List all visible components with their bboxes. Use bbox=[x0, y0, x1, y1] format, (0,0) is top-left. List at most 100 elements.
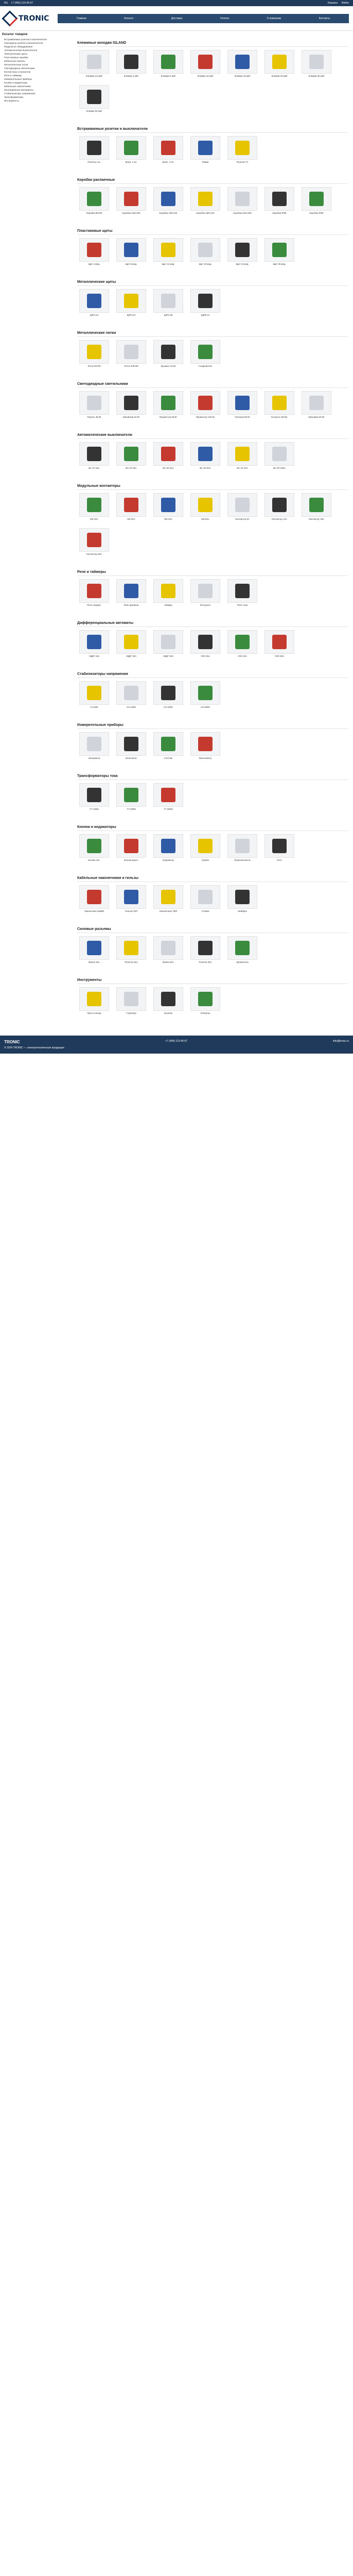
product-card[interactable]: КМ 40A bbox=[151, 493, 185, 523]
product-image[interactable] bbox=[79, 136, 109, 160]
product-image[interactable] bbox=[153, 442, 183, 466]
product-name[interactable]: АВДТ 25А bbox=[114, 655, 148, 660]
product-card[interactable]: ЩРН-36 bbox=[151, 289, 185, 319]
product-card[interactable]: ВА 1P 16A bbox=[77, 442, 111, 472]
product-name[interactable]: СН-5000 bbox=[188, 706, 222, 711]
product-image[interactable] bbox=[116, 681, 146, 705]
product-name[interactable]: Контактор 12A bbox=[262, 518, 296, 523]
product-name[interactable]: Реле напряж. bbox=[77, 604, 111, 609]
product-name[interactable]: КМ 40A bbox=[151, 518, 185, 523]
product-image[interactable] bbox=[190, 732, 220, 756]
product-card[interactable]: Клемма 50 мм² bbox=[77, 85, 111, 115]
product-image[interactable] bbox=[227, 442, 257, 466]
product-card[interactable]: КМ 63A bbox=[188, 493, 222, 523]
product-image[interactable] bbox=[264, 630, 294, 654]
product-card[interactable]: Коробка 150×110 bbox=[151, 187, 185, 217]
product-name[interactable]: Прожектор 50 Вт bbox=[151, 416, 185, 421]
product-name[interactable]: Наконечник НШВИ bbox=[77, 910, 111, 915]
product-name[interactable]: СН-1000 bbox=[114, 706, 148, 711]
product-image[interactable] bbox=[227, 391, 257, 415]
product-name[interactable]: КМ 63A bbox=[188, 518, 222, 523]
product-card[interactable]: ТТ 300/5 bbox=[151, 783, 185, 813]
product-card[interactable]: Контактор 9A bbox=[225, 493, 259, 523]
product-name[interactable]: ЩРН-36 bbox=[151, 314, 185, 319]
product-card[interactable]: Клемма 35 мм² bbox=[299, 50, 333, 80]
product-image[interactable] bbox=[79, 187, 109, 211]
product-card[interactable]: Клемма 4 мм² bbox=[114, 50, 148, 80]
product-card[interactable]: Вольтметр bbox=[114, 732, 148, 762]
product-card[interactable]: ЩРН-12 bbox=[77, 289, 111, 319]
product-card[interactable]: СН-500 bbox=[77, 681, 111, 711]
product-image[interactable] bbox=[116, 987, 146, 1011]
product-image[interactable] bbox=[153, 630, 183, 654]
product-name[interactable]: Щит 36 мод. bbox=[262, 263, 296, 268]
product-name[interactable]: Кембрик bbox=[225, 910, 259, 915]
nav-item[interactable]: Каталог bbox=[124, 17, 133, 20]
product-card[interactable]: Кембрик bbox=[225, 885, 259, 915]
footer-email[interactable]: info@tronic.ru bbox=[333, 1040, 349, 1044]
phone-number[interactable]: +7 (495) 123-45-67 bbox=[11, 2, 33, 5]
product-image[interactable] bbox=[116, 493, 146, 517]
product-name[interactable]: ВА 3P 100A bbox=[262, 467, 296, 472]
product-name[interactable]: Наконечник ТМЛ bbox=[151, 910, 185, 915]
login-link[interactable]: Войти bbox=[342, 2, 349, 5]
product-name[interactable]: Лоток 50×50 bbox=[77, 365, 111, 370]
product-card[interactable]: ВА 4P 63A bbox=[188, 442, 222, 472]
product-name[interactable]: Прожектор 100 Вт bbox=[188, 416, 222, 421]
product-card[interactable]: Линейный 18 Вт bbox=[114, 391, 148, 421]
product-name[interactable]: ЩРН-12 bbox=[77, 314, 111, 319]
product-card[interactable]: Коробка 100×100 bbox=[114, 187, 148, 217]
product-card[interactable]: Таймер bbox=[151, 579, 185, 609]
product-card[interactable]: Реле времени bbox=[114, 579, 148, 609]
nav-item[interactable]: О компании bbox=[267, 17, 281, 20]
product-card[interactable]: КМ 25A bbox=[114, 493, 148, 523]
product-name[interactable]: КМ 25A bbox=[114, 518, 148, 523]
product-image[interactable] bbox=[190, 238, 220, 262]
product-card[interactable]: ВА 3P 32A bbox=[151, 442, 185, 472]
product-name[interactable]: Таймер bbox=[151, 604, 185, 609]
product-card[interactable]: СН-1000 bbox=[114, 681, 148, 711]
product-card[interactable]: ВА 2P 25A bbox=[114, 442, 148, 472]
product-card[interactable]: Мультиметр bbox=[188, 732, 222, 762]
product-image[interactable] bbox=[190, 340, 220, 364]
product-image[interactable] bbox=[302, 391, 331, 415]
product-name[interactable]: Клемма 6 мм² bbox=[151, 75, 185, 80]
cart-link[interactable]: Корзина bbox=[328, 2, 338, 5]
product-name[interactable]: Коробка 190×140 bbox=[188, 212, 222, 217]
sidebar-item[interactable]: Металлические лотки bbox=[2, 63, 70, 66]
sidebar-item[interactable]: Измерительные приборы bbox=[2, 77, 70, 81]
product-image[interactable] bbox=[264, 391, 294, 415]
product-card[interactable]: Щит 24 мод. bbox=[225, 238, 259, 268]
product-image[interactable] bbox=[79, 834, 109, 858]
product-image[interactable] bbox=[190, 187, 220, 211]
product-image[interactable] bbox=[190, 936, 220, 960]
product-image[interactable] bbox=[190, 136, 220, 160]
product-image[interactable] bbox=[79, 579, 109, 603]
product-name[interactable]: Щит 18 мод. bbox=[188, 263, 222, 268]
sidebar-item[interactable]: Пластиковые коробки bbox=[2, 56, 70, 59]
product-card[interactable]: Розетка 32A bbox=[188, 936, 222, 966]
product-card[interactable]: Контактор 18A bbox=[299, 493, 333, 523]
product-image[interactable] bbox=[190, 391, 220, 415]
product-name[interactable]: Кнопка зел. bbox=[77, 859, 111, 864]
product-image[interactable] bbox=[264, 50, 294, 74]
product-card[interactable]: Коробка 190×140 bbox=[188, 187, 222, 217]
product-name[interactable]: Удлинитель bbox=[225, 961, 259, 966]
product-name[interactable]: Контактор 9A bbox=[225, 518, 259, 523]
product-image[interactable] bbox=[116, 885, 146, 909]
product-name[interactable]: Клемма 25 мм² bbox=[262, 75, 296, 80]
product-image[interactable] bbox=[264, 493, 294, 517]
product-image[interactable] bbox=[153, 391, 183, 415]
product-image[interactable] bbox=[79, 885, 109, 909]
sidebar-item[interactable]: Автоматические выключатели bbox=[2, 48, 70, 52]
product-card[interactable]: Щит 4 мод. bbox=[77, 238, 111, 268]
product-name[interactable]: Реле времени bbox=[114, 604, 148, 609]
product-image[interactable] bbox=[227, 136, 257, 160]
product-card[interactable]: Щит 18 мод. bbox=[188, 238, 222, 268]
product-card[interactable]: Коробка IP55 bbox=[262, 187, 296, 217]
product-image[interactable] bbox=[116, 630, 146, 654]
product-image[interactable] bbox=[190, 885, 220, 909]
product-card[interactable]: Клемма 16 мм² bbox=[225, 50, 259, 80]
brand-logo[interactable]: TRONIC bbox=[2, 10, 50, 27]
product-name[interactable]: Вольтметр bbox=[114, 757, 148, 762]
